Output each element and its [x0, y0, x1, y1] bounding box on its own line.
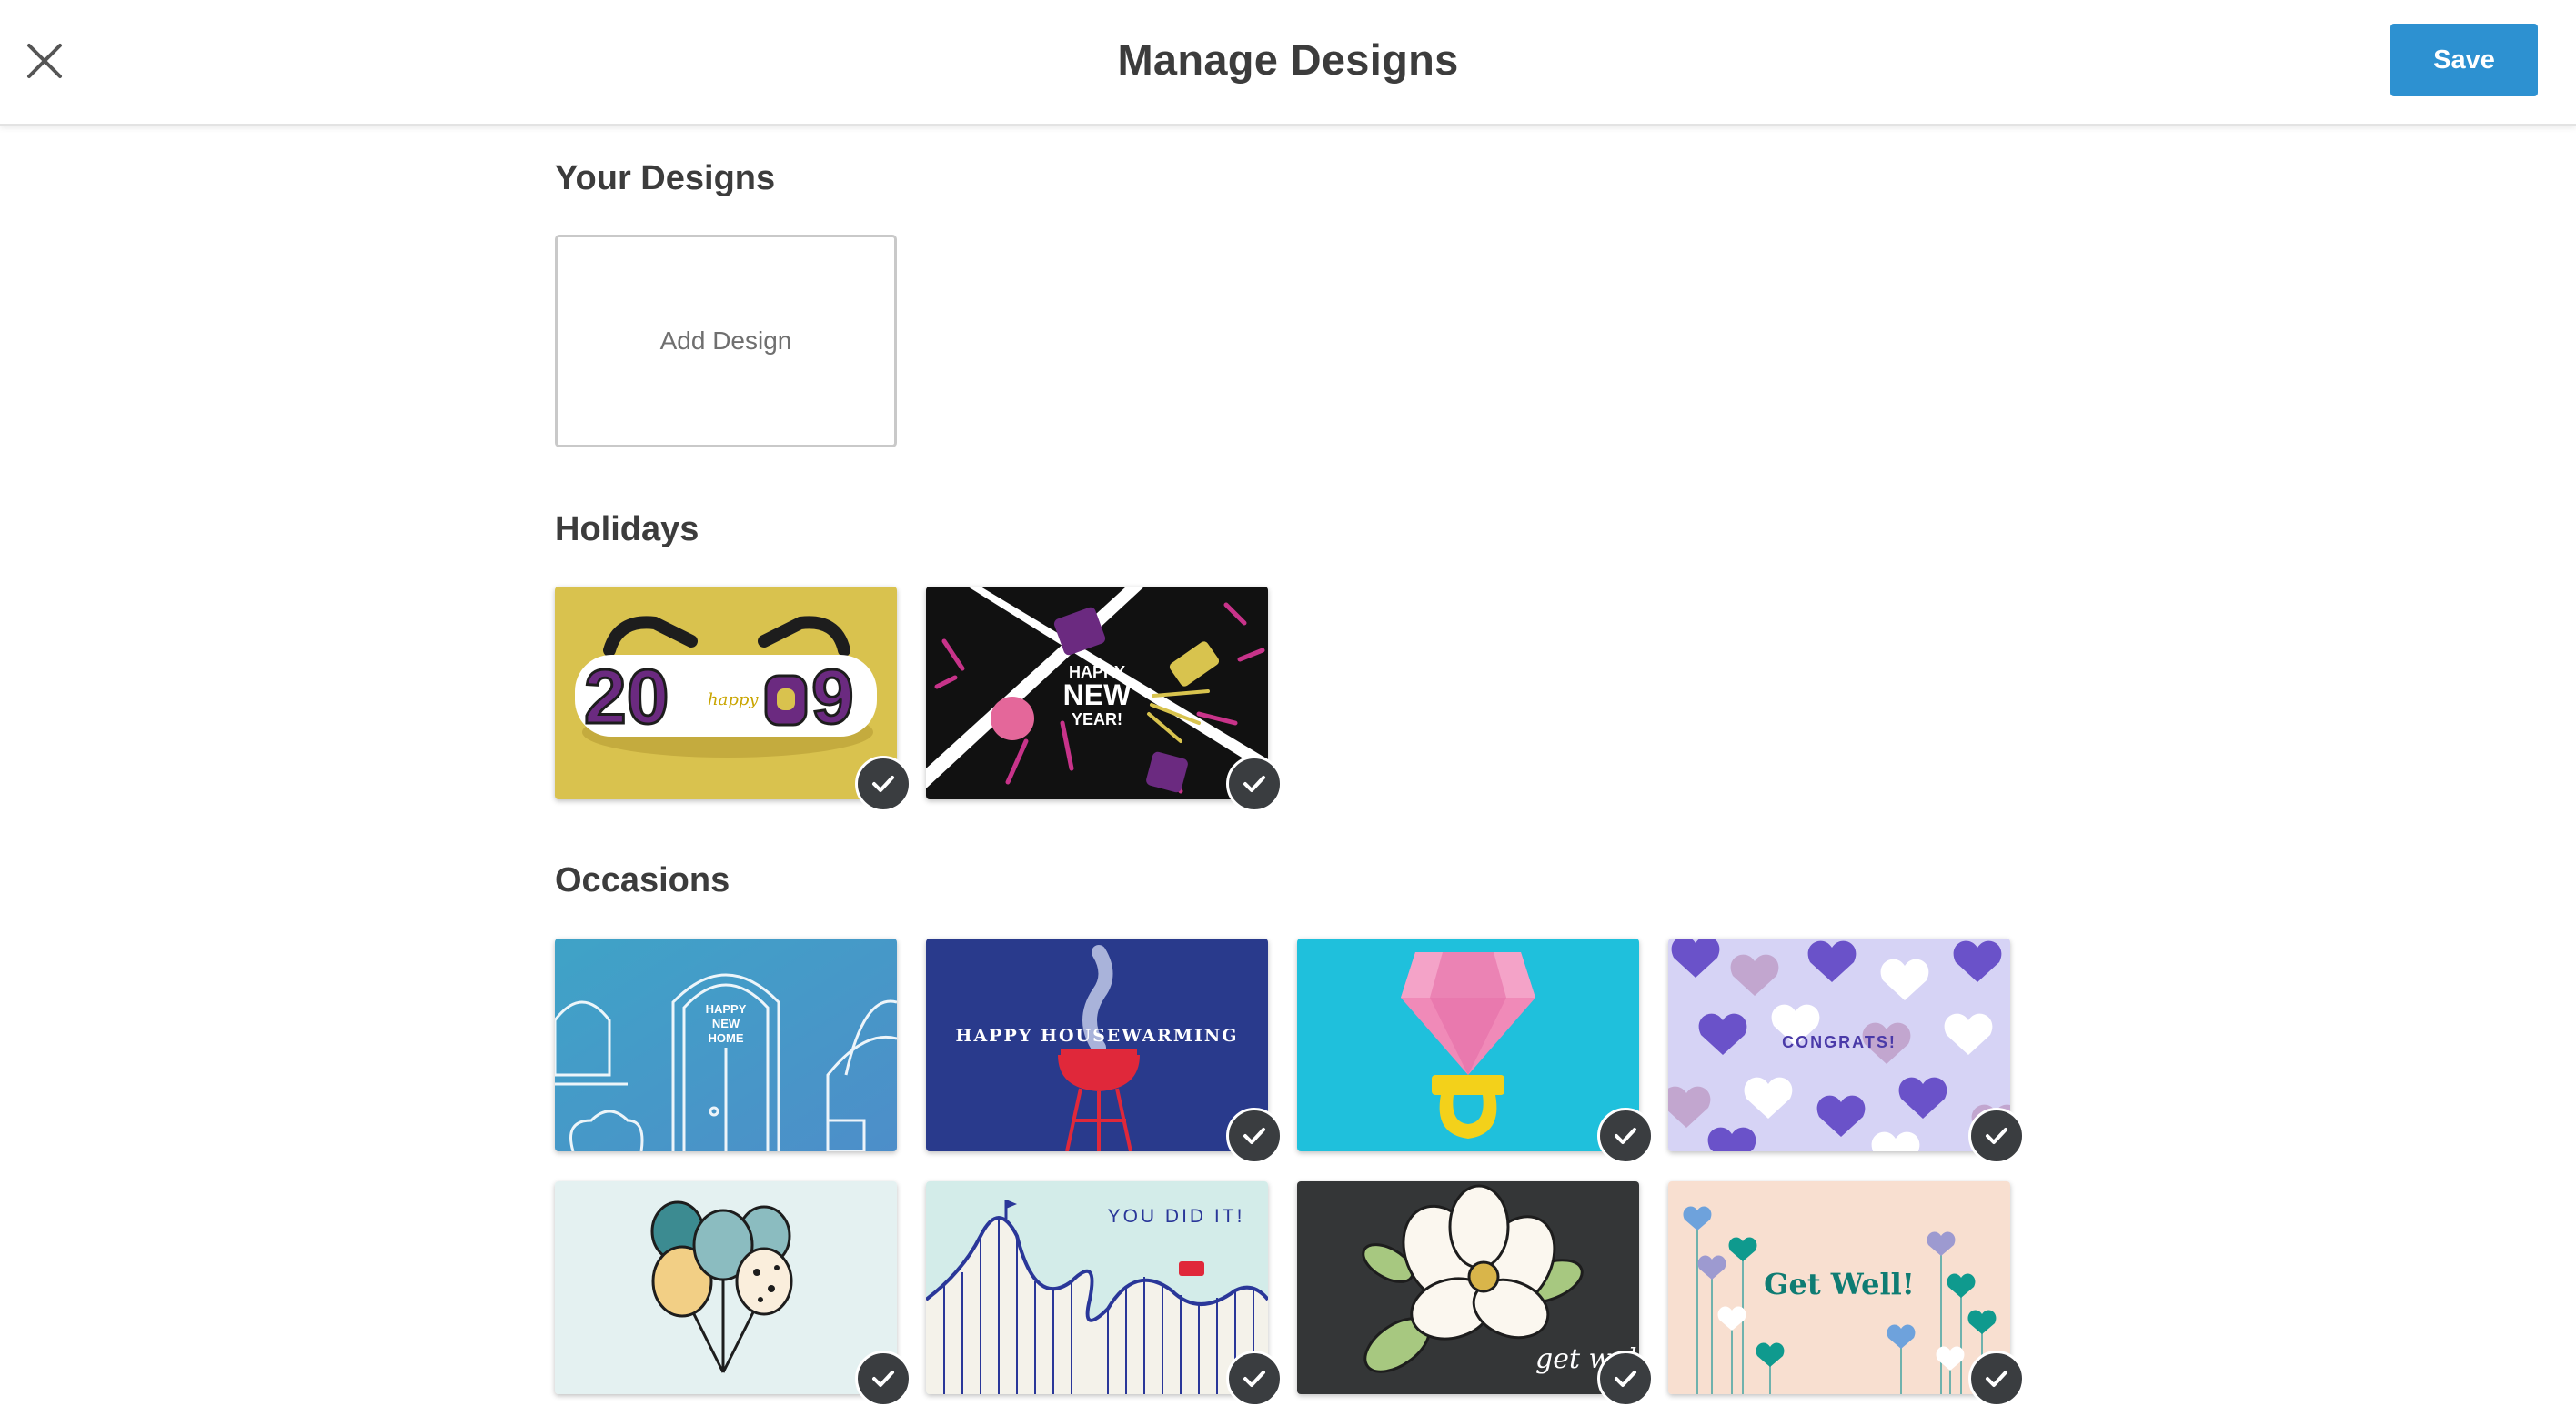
selected-check-badge[interactable] [1226, 1108, 1283, 1164]
year-text-right: 9 [811, 654, 854, 739]
design-card-get-well-magnolia[interactable]: get well [1297, 1181, 1654, 1407]
section-title-your-designs: Your Designs [555, 159, 776, 197]
add-design-label: Add Design [659, 326, 792, 355]
checkmark-icon [1243, 776, 1265, 792]
checkmark-icon [1243, 1128, 1265, 1144]
design-card-happy-new-home[interactable]: HAPPY NEW HOME [555, 939, 897, 1151]
selected-check-badge[interactable] [1597, 1108, 1654, 1164]
design-art-ring [1297, 939, 1639, 1151]
selected-check-badge[interactable] [1226, 756, 1283, 812]
happy-script-text: happy [708, 690, 759, 709]
design-art-magnolia: get well [1297, 1181, 1639, 1394]
selected-check-badge[interactable] [1597, 1351, 1654, 1407]
checkmark-icon [872, 1371, 894, 1387]
checkmark-icon [1615, 1128, 1636, 1144]
design-card-happy-housewarming[interactable]: HAPPY HOUSEWARMING [926, 939, 1283, 1164]
design-art-get-well-hearts: Get Well! [1668, 1181, 2010, 1394]
checkmark-icon [1986, 1371, 2007, 1387]
checkmark-icon [1986, 1128, 2007, 1144]
save-button[interactable]: Save [2390, 24, 2538, 96]
you-did-it-text: YOU DID IT! [1108, 1206, 1245, 1227]
selected-check-badge[interactable] [1968, 1351, 2025, 1407]
hny-line3: YEAR! [1072, 710, 1122, 728]
hny-line2: NEW [1063, 678, 1132, 711]
header-bar: Manage Designs Save [0, 0, 2576, 126]
home-line3: HOME [709, 1031, 744, 1045]
congrats-text: CONGRATS! [1782, 1033, 1897, 1051]
checkmark-icon [872, 776, 894, 792]
design-art-balloons [555, 1181, 897, 1394]
design-card-congrats[interactable]: CONGRATS! [1668, 939, 2025, 1164]
selected-check-badge[interactable] [855, 756, 911, 812]
design-card-2019[interactable]: 20 9 happy [555, 587, 911, 812]
home-line1: HAPPY [706, 1002, 747, 1016]
home-line2: NEW [712, 1017, 740, 1030]
design-art-congrats: CONGRATS! [1668, 939, 2010, 1151]
checkmark-icon [1615, 1371, 1636, 1387]
design-art-housewarming: HAPPY HOUSEWARMING [926, 939, 1268, 1151]
design-art-happy-new-home: HAPPY NEW HOME [555, 939, 897, 1151]
design-card-happy-new-year[interactable]: HAPPY NEW YEAR! [926, 587, 1283, 812]
design-art-happy-new-year: HAPPY NEW YEAR! [926, 587, 1268, 799]
design-art-you-did-it: YOU DID IT! [926, 1181, 1268, 1394]
add-design-button[interactable]: Add Design [555, 235, 897, 447]
section-title-occasions: Occasions [555, 861, 730, 899]
checkmark-icon [1243, 1371, 1265, 1387]
selected-check-badge[interactable] [855, 1351, 911, 1407]
housewarming-text: HAPPY HOUSEWARMING [956, 1026, 1239, 1046]
design-card-you-did-it[interactable]: YOU DID IT! [926, 1181, 1283, 1407]
design-card-balloons[interactable] [555, 1181, 911, 1407]
design-card-get-well-hearts[interactable]: Get Well! [1668, 1181, 2025, 1407]
design-art-2019: 20 9 happy [555, 587, 897, 799]
get-well-hearts-text: Get Well! [1764, 1267, 1915, 1301]
selected-check-badge[interactable] [1968, 1108, 2025, 1164]
year-text-left: 20 [584, 654, 669, 739]
design-card-ring[interactable] [1297, 939, 1654, 1164]
section-title-holidays: Holidays [555, 510, 699, 548]
selected-check-badge[interactable] [1226, 1351, 1283, 1407]
page-title: Manage Designs [1117, 35, 1459, 84]
